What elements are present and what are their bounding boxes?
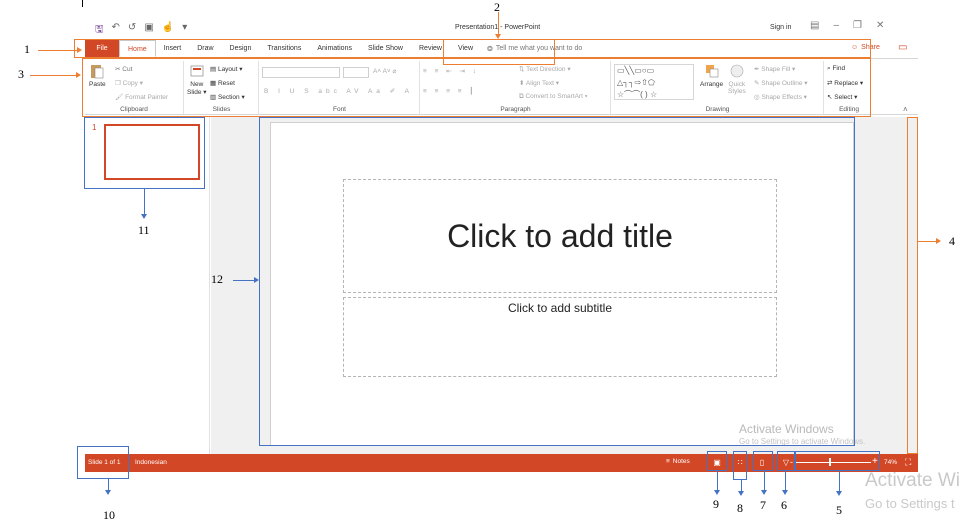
annotation-6: 6 [781,498,787,512]
title-bar: 🖫 ↶ ↺ ▣ ☝ ▾ Presentation1 - PowerPoint S… [85,18,918,38]
annotation-7: 7 [760,498,766,512]
annotation-5-box [795,451,880,471]
annotation-11-arrow [141,214,147,219]
annotation-2: 2 [494,0,500,14]
annotation-1: 1 [24,42,30,56]
save-icon[interactable]: 🖫 [95,22,104,39]
screenshot-stage: 🖫 ↶ ↺ ▣ ☝ ▾ Presentation1 - PowerPoint S… [0,0,967,522]
annotation-8: 8 [737,501,743,515]
annotation-9-line [717,471,718,491]
undo-icon[interactable]: ↶ [112,22,120,39]
activate-windows-heading-large: Activate Wi [865,470,961,491]
comments-icon[interactable]: ▭ [898,42,907,53]
annotation-4: 4 [949,234,955,248]
annotation-3: 3 [18,67,24,81]
stray-tick-mark [82,0,83,7]
ribbon-display-options-icon[interactable]: ▤ [810,20,819,31]
annotation-4-box [907,117,918,454]
annotation-4-line [918,241,938,242]
annotation-10-arrow [105,490,111,495]
annotation-10: 10 [103,508,115,522]
annotation-6-arrow [782,490,788,495]
restore-icon[interactable]: ❐ [853,20,862,31]
annotation-11: 11 [138,223,150,237]
annotation-4-arrow [936,238,941,244]
annotation-7-arrow [761,490,767,495]
annotation-10-box [77,446,129,479]
annotation-11-line [144,189,145,215]
notes-icon: ≡ [666,458,670,465]
annotation-1-line [38,50,78,51]
quick-access-toolbar: 🖫 ↶ ↺ ▣ ☝ ▾ [95,22,187,39]
fit-to-window-icon[interactable]: ⛶ [905,457,911,468]
annotation-5-line [839,471,840,492]
annotation-11-box [84,117,205,189]
annotation-8-box [733,451,747,480]
sign-in-link[interactable]: Sign in [770,24,791,31]
annotation-9: 9 [713,497,719,511]
present-icon[interactable]: ▣ [144,22,153,39]
annotation-3-line [30,75,77,76]
annotation-2-line [498,12,499,35]
activate-windows-subtext-large: Go to Settings t [865,496,955,511]
window-controls: ▤ – ❐ ✕ [810,20,884,31]
zoom-level[interactable]: 74% [884,459,897,466]
annotation-9-arrow [714,490,720,495]
collapse-ribbon-icon[interactable]: ˄ [903,105,908,114]
notes-label: Notes [672,458,690,465]
annotation-9-box [707,451,727,471]
notes-button[interactable]: ≡ Notes [666,458,690,465]
annotation-5-arrow [836,491,842,496]
annotation-6-box [777,451,795,471]
annotation-6-line [785,471,786,491]
minimize-icon[interactable]: – [833,20,839,31]
annotation-3-box [82,58,871,117]
customize-toolbar-icon[interactable]: ▾ [182,22,187,39]
redo-icon[interactable]: ↺ [128,22,136,39]
annotation-8-arrow [738,491,744,496]
touch-mode-icon[interactable]: ☝ [162,22,174,39]
annotation-5: 5 [836,503,842,517]
annotation-3-arrow [76,72,81,78]
annotation-7-line [764,471,765,491]
close-icon[interactable]: ✕ [876,20,884,31]
annotation-12-line [233,280,255,281]
language-indicator[interactable]: Indonesian [135,459,167,466]
annotation-12: 12 [211,272,223,286]
annotation-12-box [259,117,855,446]
annotation-7-box [753,451,773,471]
